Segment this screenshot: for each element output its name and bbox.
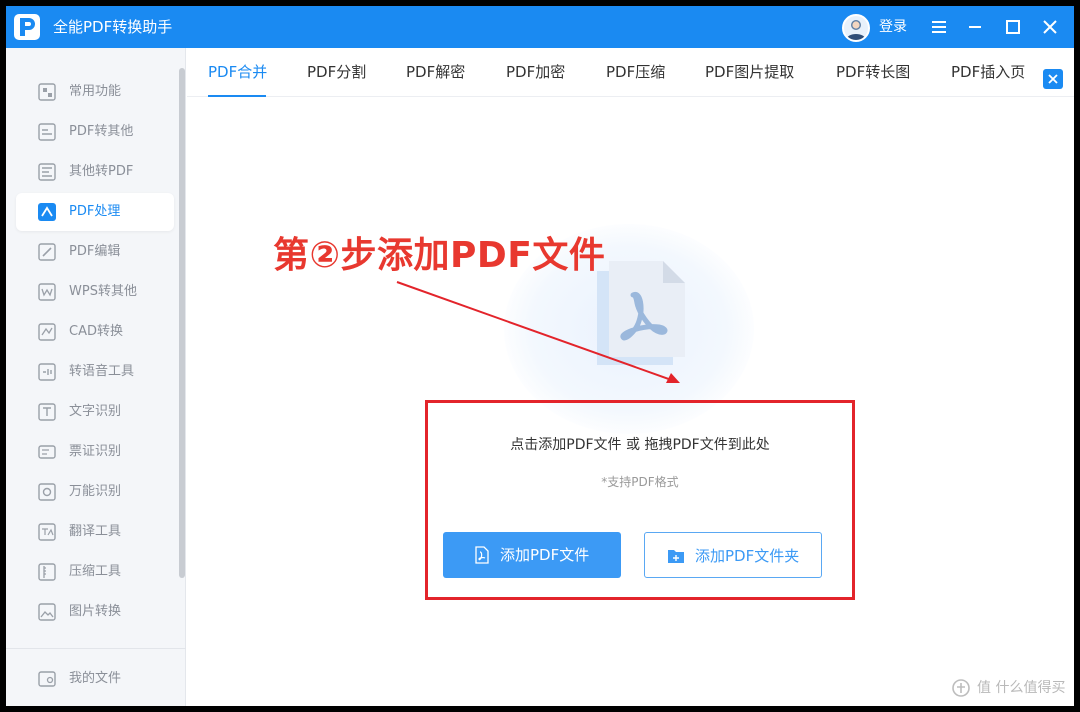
grid-icon [38,83,56,101]
sidebar-item-label: PDF处理 [69,204,121,219]
sidebar-item-label: PDF编辑 [69,244,121,259]
tab-pdf-to-long-image[interactable]: PDF转长图 [836,62,910,82]
menu-icon[interactable] [928,16,950,38]
tab-pdf-encrypt[interactable]: PDF加密 [506,62,565,82]
sidebar-item-pdf-process[interactable]: PDF处理 [16,193,174,231]
maximize-icon[interactable] [1002,16,1024,38]
sidebar-item-other-to-pdf[interactable]: 其他转PDF [16,153,174,191]
compress-icon [38,563,56,581]
sidebar-item-cad[interactable]: CAD转换 [16,313,174,351]
pdf-file-icon [475,546,489,564]
tab-pdf-compress[interactable]: PDF压缩 [606,62,665,82]
folder-add-icon [668,550,684,563]
drop-hint: 点击添加PDF文件 或 拖拽PDF文件到此处 [510,437,770,453]
sidebar-item-label: 文字识别 [69,404,122,419]
title-bar: 全能PDF转换助手 登录 [6,6,1074,48]
add-pdf-folder-label: 添加PDF文件夹 [695,547,800,565]
sidebar-item-ticket[interactable]: 票证识别 [16,433,174,471]
my-files-icon [38,671,56,687]
pdf-import-icon [38,163,56,181]
sidebar-item-pdf-to-other[interactable]: PDF转其他 [16,113,174,151]
app-logo-icon [14,14,40,40]
close-icon[interactable] [1039,16,1061,38]
wps-icon [38,283,56,301]
pdf-process-icon [38,203,56,221]
sidebar-item-universal[interactable]: 万能识别 [16,473,174,511]
minimize-icon[interactable] [964,16,986,38]
watermark-text: 值 什么值得买 [977,680,1066,696]
sidebar-item-compress[interactable]: 压缩工具 [16,553,174,591]
sidebar-item-label: 票证识别 [69,444,122,459]
tab-pdf-decrypt[interactable]: PDF解密 [406,62,465,82]
text-to-speech-icon [38,363,56,381]
cad-icon [38,323,56,341]
user-avatar-icon[interactable] [842,14,870,42]
watermark-logo-icon [952,679,970,697]
sidebar-item-my-files[interactable]: 我的文件 [16,660,174,698]
sidebar-divider [6,648,186,649]
sidebar-item-label: 万能识别 [69,484,122,499]
sidebar-item-label: 图片转换 [69,604,122,619]
tab-bar: PDF合并 PDF分割 PDF解密 PDF加密 PDF压缩 PDF图片提取 PD… [187,48,1074,97]
sidebar-item-image[interactable]: 图片转换 [16,593,174,631]
sidebar-item-wps[interactable]: WPS转其他 [16,273,174,311]
sidebar: 常用功能 PDF转其他 其他转PDF PDF处理 PDF编辑 WPS转其他 CA… [6,48,186,706]
sidebar-item-common[interactable]: 常用功能 [16,73,174,111]
annotation-arrow-icon [396,281,680,383]
sidebar-item-label: 压缩工具 [69,564,122,579]
app-title: 全能PDF转换助手 [53,18,173,36]
login-link[interactable]: 登录 [879,18,907,36]
sidebar-item-ocr[interactable]: 文字识别 [16,393,174,431]
pdf-export-icon [38,123,56,141]
translate-icon [38,523,56,541]
app-window: 全能PDF转换助手 登录 常用功能 PDF转其他 其他转PDF PDF处理 PD… [6,6,1074,706]
format-hint: *支持PDF格式 [601,475,679,489]
add-pdf-folder-button[interactable]: 添加PDF文件夹 [644,532,822,578]
sidebar-item-label: 我的文件 [69,671,122,686]
pdf-edit-icon [38,243,56,261]
ticket-icon [38,445,56,459]
sidebar-item-pdf-edit[interactable]: PDF编辑 [16,233,174,271]
sidebar-item-label: WPS转其他 [69,284,137,299]
tab-pdf-merge[interactable]: PDF合并 [208,62,267,82]
sidebar-item-tts[interactable]: 转语音工具 [16,353,174,391]
sidebar-item-label: 翻译工具 [69,524,122,539]
drop-zone[interactable]: 第②步添加PDF文件 点击添加PDF文件 或 拖拽PDF文件到此处 *支持PDF… [187,98,1074,706]
tab-pdf-insert-page[interactable]: PDF插入页 [951,62,1025,82]
sidebar-item-label: CAD转换 [69,324,123,339]
sidebar-scrollbar[interactable] [179,68,185,578]
sidebar-item-label: 转语音工具 [69,364,135,379]
sidebar-item-translate[interactable]: 翻译工具 [16,513,174,551]
active-tab-indicator [208,95,266,97]
sidebar-item-label: 常用功能 [69,84,122,99]
image-convert-icon [38,603,56,621]
sidebar-item-label: PDF转其他 [69,124,134,139]
add-pdf-file-button[interactable]: 添加PDF文件 [443,532,621,578]
universal-recognition-icon [38,483,56,501]
add-pdf-file-label: 添加PDF文件 [500,546,590,564]
tab-pdf-image-extract[interactable]: PDF图片提取 [705,62,794,82]
tab-pdf-split[interactable]: PDF分割 [307,62,366,82]
tab-close-icon[interactable] [1043,69,1063,89]
sidebar-item-label: 其他转PDF [69,164,134,179]
ocr-icon [38,403,56,421]
